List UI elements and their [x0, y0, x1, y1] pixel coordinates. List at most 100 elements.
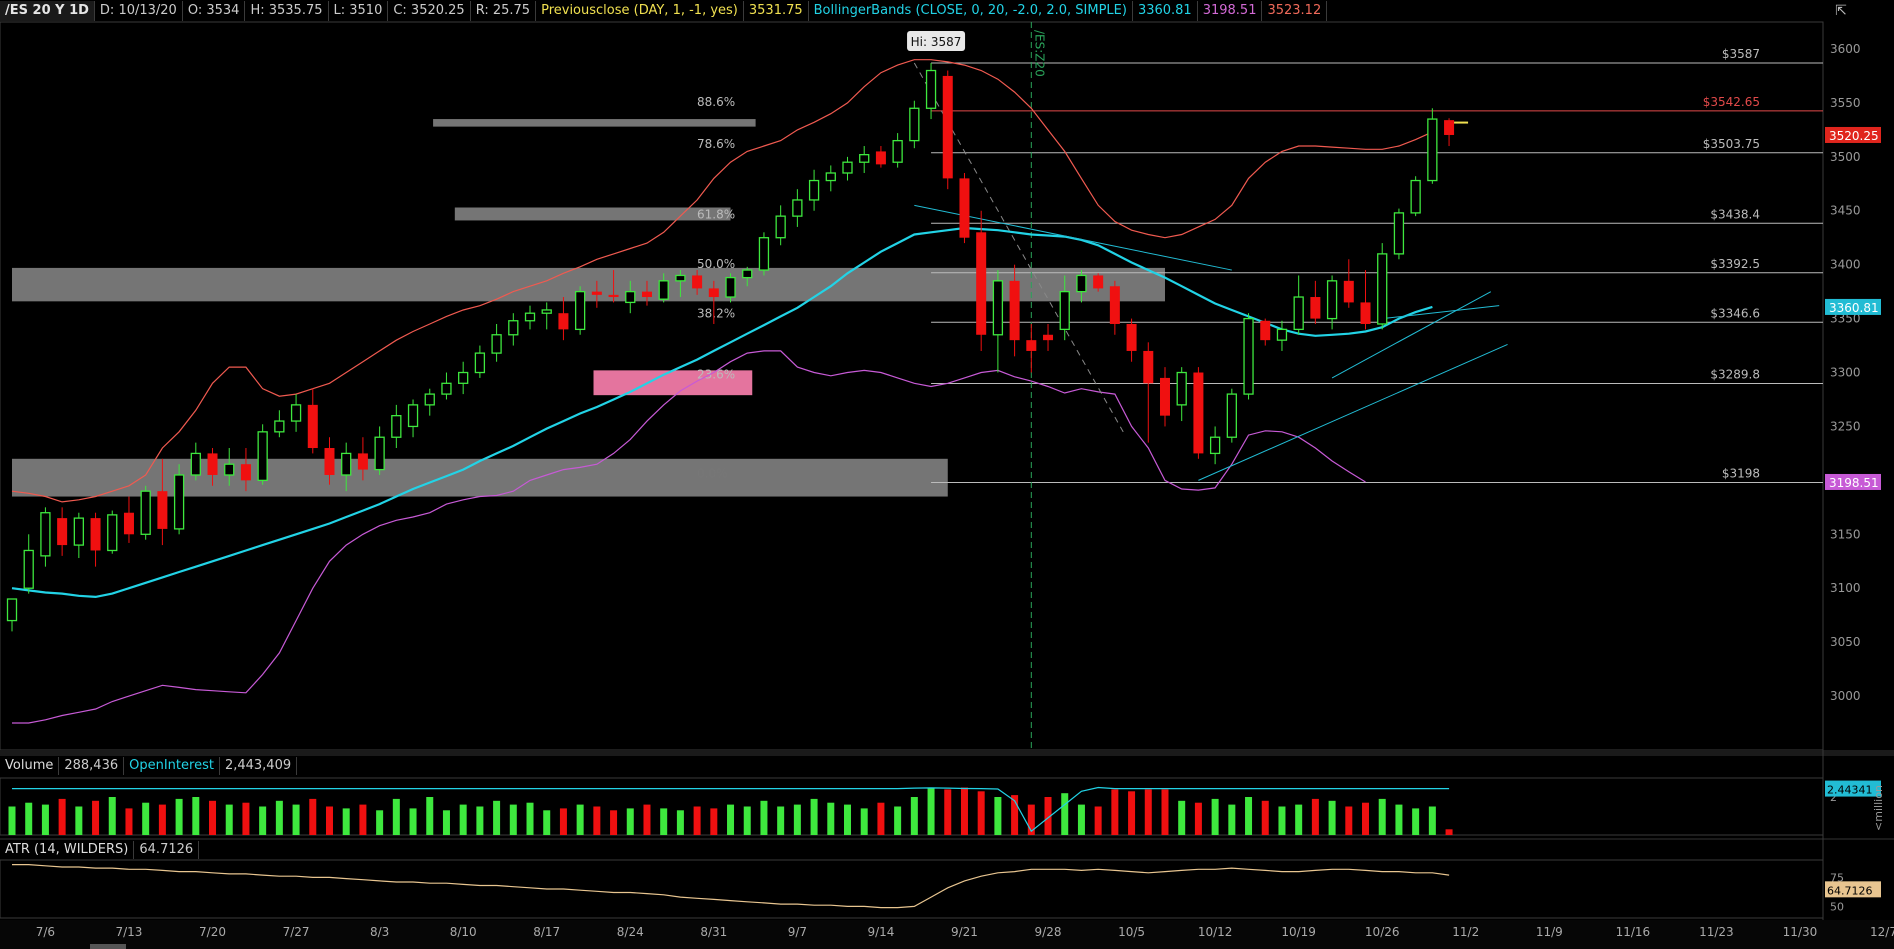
volume-bar — [225, 804, 233, 835]
volume-tag-label: 2.44341 — [1827, 784, 1873, 797]
candle-body — [1009, 280, 1020, 341]
candle-body — [1159, 377, 1170, 416]
open-readout: O: 3534 — [183, 1, 246, 21]
candle-body — [708, 288, 719, 298]
candle-body — [909, 107, 920, 142]
openinterest-label[interactable]: OpenInterest — [124, 757, 220, 775]
atr-label[interactable]: ATR (14, WILDERS) — [0, 841, 135, 859]
fib-price-label: $3346.6 — [1710, 306, 1760, 320]
candle-body — [558, 313, 569, 330]
volume-bar — [1445, 829, 1453, 835]
hi-label: Hi: 3587 — [911, 35, 962, 49]
time-tick-label: 10/12 — [1198, 925, 1233, 939]
volume-bar — [275, 800, 283, 835]
candle-body — [1043, 334, 1054, 341]
candle-body — [1276, 328, 1288, 341]
prevclose-study-label[interactable]: Previousclose (DAY, 1, -1, yes) — [536, 1, 744, 21]
volume-bar — [242, 802, 250, 835]
volume-bar — [1144, 789, 1152, 835]
time-tick-label: 8/17 — [533, 925, 560, 939]
candle-body — [123, 512, 134, 535]
volume-bar — [693, 806, 701, 835]
price-tag-label: 3198.51 — [1829, 476, 1879, 490]
volume-bar — [8, 806, 16, 835]
candle-body — [341, 452, 352, 476]
openinterest-value: 2,443,409 — [220, 757, 298, 775]
volume-header: Volume 288,436 OpenInterest 2,443,409 — [0, 756, 298, 776]
bollinger-lower-value: 3198.51 — [1198, 1, 1263, 21]
candle-body — [23, 549, 34, 589]
candle — [758, 232, 770, 276]
expand-icon[interactable]: ⇱ — [1828, 2, 1854, 20]
candle — [257, 424, 268, 485]
volume-bar — [760, 800, 768, 835]
volume-bar — [1395, 804, 1403, 835]
fib-percent-label: 0.0% — [697, 467, 728, 481]
volume-bar — [142, 802, 150, 835]
fib-price-label: $3392.5 — [1710, 257, 1760, 271]
bollinger-upper-value: 3360.81 — [1133, 1, 1198, 21]
candle-body — [675, 274, 686, 282]
volume-bar — [960, 787, 968, 835]
candle-body — [625, 290, 636, 304]
candle-body — [357, 453, 368, 470]
volume-bar — [1161, 789, 1169, 835]
time-tick-label: 8/10 — [450, 925, 477, 939]
atr-header: ATR (14, WILDERS) 64.7126 — [0, 840, 200, 860]
volume-bar — [459, 804, 467, 835]
price-tick-label: 3000 — [1830, 689, 1861, 703]
volume-bar — [376, 810, 384, 835]
volume-bar — [209, 800, 217, 835]
volume-label[interactable]: Volume — [0, 757, 60, 775]
time-tick-label: 7/27 — [283, 925, 310, 939]
bollinger-study-label[interactable]: BollingerBands (CLOSE, 0, 20, -2.0, 2.0,… — [809, 1, 1133, 21]
candle-body — [859, 154, 870, 163]
volume-bar — [426, 797, 434, 835]
volume-bar — [710, 808, 718, 835]
scrollbar-thumb — [90, 944, 126, 949]
volume-bar — [559, 808, 567, 835]
candle-body — [725, 276, 736, 298]
candle — [1193, 367, 1204, 459]
volume-bar — [810, 798, 818, 835]
candle-body — [57, 518, 68, 546]
candle-body — [641, 291, 652, 298]
candle-body — [842, 161, 853, 174]
symbol-label[interactable]: /ES 20 Y 1D — [0, 1, 95, 21]
time-tick-label: 8/24 — [617, 925, 644, 939]
time-tick-label: 12/7 — [1870, 925, 1894, 939]
chart-canvas[interactable]: 88.6% $3542.65 78.6% $3503.75 61.8% $3438.4 50… — [0, 0, 1894, 949]
candle-body — [173, 474, 185, 530]
candle-body — [1109, 286, 1120, 324]
candle-body — [524, 312, 536, 322]
volume-bar — [158, 804, 166, 835]
volume-bar — [309, 798, 317, 835]
candle-body — [658, 280, 669, 300]
fib-percent-label: 78.6% — [697, 137, 735, 151]
candle-body — [290, 404, 302, 422]
volume-bar — [743, 806, 751, 835]
volume-bar — [543, 810, 551, 835]
prevclose-value: 3531.75 — [744, 1, 809, 21]
volume-bar — [910, 797, 918, 835]
volume-bar — [877, 802, 885, 835]
volume-bar — [1077, 804, 1085, 835]
candle-body — [474, 352, 486, 374]
price-tick-label: 3100 — [1830, 581, 1861, 595]
fib-percent-label: 61.8% — [697, 207, 735, 221]
candle-body — [1176, 371, 1187, 406]
volume-bar — [526, 802, 534, 835]
volume-bar — [359, 804, 367, 835]
time-tick-label: 7/6 — [36, 925, 55, 939]
price-tick-label: 3400 — [1830, 258, 1861, 272]
fib-price-label: $3289.8 — [1710, 368, 1760, 382]
volume-bar — [1211, 798, 1219, 835]
low-readout: L: 3510 — [329, 1, 389, 21]
time-tick-label: 8/31 — [700, 925, 727, 939]
volume-bar — [1362, 802, 1370, 835]
fib-percent-label: 23.6% — [697, 368, 735, 382]
time-tick-label: 7/13 — [115, 925, 142, 939]
candle-body — [257, 431, 268, 482]
candle-body — [40, 512, 51, 557]
fib-percent-label: 50.0% — [697, 257, 735, 271]
